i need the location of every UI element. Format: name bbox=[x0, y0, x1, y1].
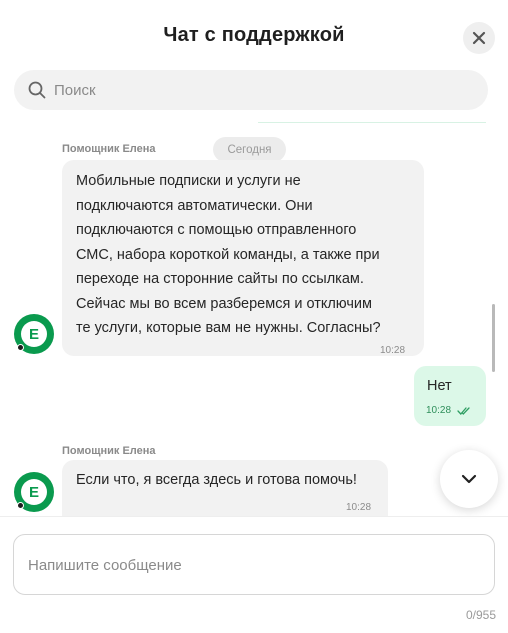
chat-header: Чат с поддержкой bbox=[0, 0, 508, 72]
message-text: Нет bbox=[427, 378, 452, 394]
sender-name: Помощник Елена bbox=[62, 143, 156, 155]
close-button[interactable] bbox=[463, 22, 495, 54]
character-counter: 0/955 bbox=[465, 608, 496, 622]
page-title: Чат с поддержкой bbox=[163, 24, 345, 46]
avatar: E bbox=[14, 472, 54, 512]
search-icon bbox=[28, 81, 46, 99]
status-dot bbox=[17, 502, 24, 509]
outgoing-message: Нет 10:28 bbox=[414, 366, 486, 426]
avatar-letter: E bbox=[21, 321, 47, 347]
status-dot bbox=[17, 344, 24, 351]
avatar: E bbox=[14, 314, 54, 354]
avatar-letter: E bbox=[21, 479, 47, 505]
double-check-icon bbox=[457, 407, 470, 415]
incoming-message: Мобильные подписки и услуги не подключаю… bbox=[62, 160, 424, 356]
scroll-down-button[interactable] bbox=[440, 450, 498, 508]
sender-name: Помощник Елена bbox=[62, 445, 156, 457]
close-icon bbox=[472, 31, 486, 45]
composer-divider bbox=[0, 516, 508, 517]
scrollbar[interactable] bbox=[492, 304, 495, 372]
incoming-message: Если что, я всегда здесь и готова помочь… bbox=[62, 460, 388, 516]
message-composer[interactable] bbox=[13, 534, 495, 595]
message-time: 10:28 bbox=[426, 405, 452, 416]
message-input[interactable] bbox=[28, 557, 478, 579]
search-input[interactable] bbox=[54, 81, 454, 99]
chevron-down-icon bbox=[461, 474, 477, 484]
message-text: Если что, я всегда здесь и готова помочь… bbox=[76, 472, 357, 488]
divider-line bbox=[258, 122, 486, 123]
message-text: Мобильные подписки и услуги не подключаю… bbox=[76, 173, 381, 336]
search-bar[interactable] bbox=[14, 70, 488, 110]
date-badge: Сегодня bbox=[213, 137, 286, 162]
message-time: 10:28 bbox=[380, 345, 406, 356]
